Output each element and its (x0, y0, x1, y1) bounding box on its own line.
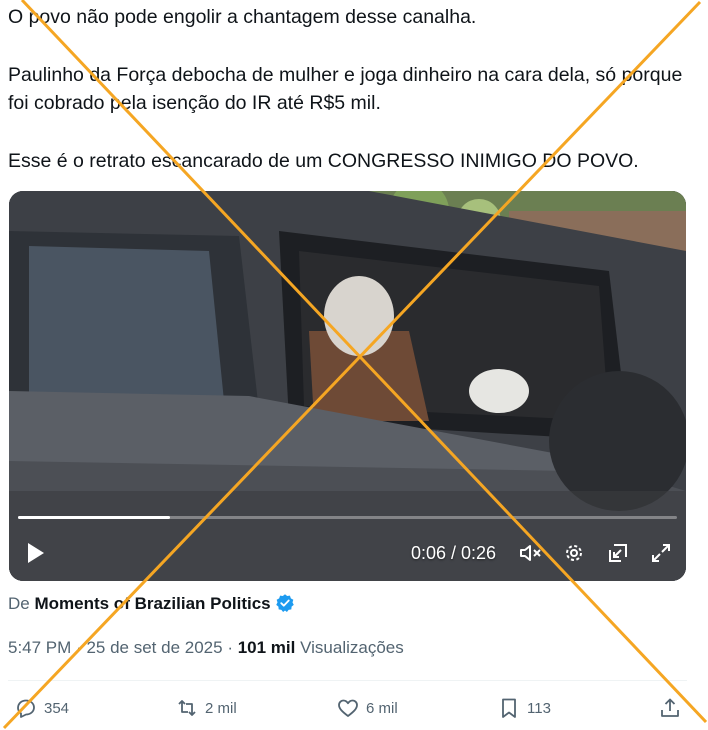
reply-button[interactable]: 354 (14, 692, 69, 724)
video-player[interactable]: 0:06 / 0:26 (9, 191, 686, 581)
share-icon (661, 698, 679, 717)
source-account-link[interactable]: Moments of Brazilian Politics (34, 594, 270, 613)
reply-count: 354 (44, 699, 70, 717)
tweet-time[interactable]: 5:47 PM (8, 638, 71, 657)
play-icon[interactable] (23, 541, 47, 565)
bookmark-count: 113 (527, 699, 551, 717)
repost-icon (178, 700, 196, 716)
settings-icon[interactable] (562, 541, 586, 565)
repost-count: 2 mil (205, 699, 237, 717)
views-label: Visualizações (300, 638, 404, 657)
tweet-paragraph: Esse é o retrato escancarado de um CONGR… (8, 149, 639, 172)
views-count: 101 mil (237, 638, 296, 657)
video-progress-bar[interactable] (18, 516, 677, 519)
reply-icon (17, 699, 35, 718)
like-button[interactable]: 6 mil (336, 692, 398, 724)
video-source: De Moments of Brazilian Politics (8, 592, 295, 616)
tweet-paragraph: Paulinho da Força debocha de mulher e jo… (8, 63, 683, 115)
video-frame (9, 191, 686, 581)
action-bar: 354 2 mil 6 mil 113 (0, 692, 708, 724)
bookmark-icon (502, 698, 516, 718)
volume-icon[interactable] (518, 541, 542, 565)
tweet-text: O povo não pode engolir a chantagem dess… (8, 3, 688, 175)
separator: · (76, 638, 82, 657)
heart-icon (338, 699, 358, 717)
video-progress-fill (18, 516, 170, 519)
repost-button[interactable]: 2 mil (175, 692, 237, 724)
verified-badge-icon (275, 594, 294, 612)
video-timestamp: 0:06 / 0:26 (411, 543, 497, 563)
divider (8, 680, 687, 681)
tweet-date[interactable]: 25 de set de 2025 (86, 638, 222, 657)
source-prefix: De (8, 594, 30, 613)
tweet-paragraph: O povo não pode engolir a chantagem dess… (8, 6, 477, 28)
fullscreen-icon[interactable] (649, 541, 673, 565)
separator: · (227, 638, 233, 657)
tweet-meta: 5:47 PM · 25 de set de 2025 · 101 mil Vi… (8, 636, 404, 660)
bookmark-button[interactable]: 113 (497, 692, 551, 724)
like-count: 6 mil (366, 699, 398, 717)
share-button[interactable] (658, 692, 682, 724)
pip-icon[interactable] (606, 541, 630, 565)
